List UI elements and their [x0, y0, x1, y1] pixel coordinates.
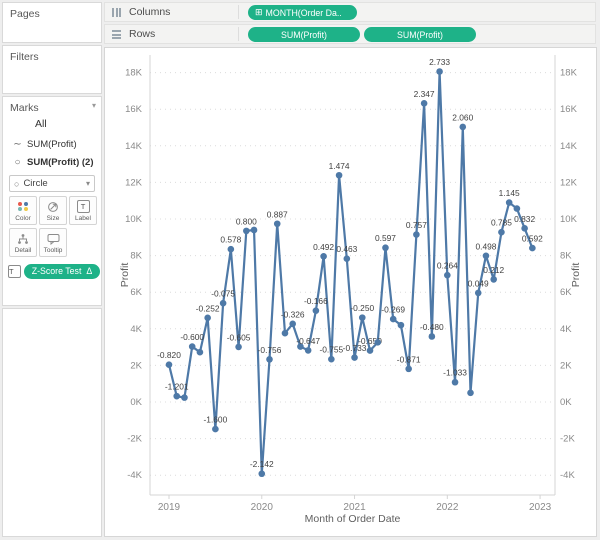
marks-item-label: SUM(Profit) (2) — [27, 157, 94, 168]
filters-title: Filters — [10, 51, 39, 63]
marks-header[interactable]: Marks ▾ — [3, 97, 101, 115]
label-button[interactable]: T Label — [69, 196, 97, 225]
sidebar-empty-area — [2, 308, 102, 537]
zscore-test-pill[interactable]: Z-Score Test Δ — [24, 263, 100, 279]
shelf-divider — [238, 5, 239, 19]
filters-shelf[interactable]: Filters — [2, 45, 102, 94]
color-icon — [10, 199, 36, 214]
color-button-label: Color — [15, 215, 31, 222]
rows-pill-label: SUM(Profit) — [281, 29, 327, 40]
columns-shelf-label: Columns — [129, 6, 171, 18]
color-button[interactable]: Color — [9, 196, 37, 225]
worksheet — [104, 47, 597, 537]
rows-pill-sum-profit-1[interactable]: SUM(Profit) — [248, 27, 360, 42]
rows-shelf[interactable]: Rows SUM(Profit) SUM(Profit) — [104, 24, 596, 44]
size-button-label: Size — [46, 215, 60, 222]
rows-pill-label: SUM(Profit) — [397, 29, 443, 40]
pages-shelf[interactable]: Pages — [2, 2, 102, 43]
expand-box-icon[interactable]: ⊞ — [255, 8, 263, 17]
chevron-down-icon: ▾ — [85, 179, 90, 188]
marks-item-label: SUM(Profit) — [27, 139, 77, 150]
columns-pill-label: MONTH(Order Da.. — [265, 7, 342, 18]
line-mark-icon: ∼ — [13, 139, 22, 150]
shelf-divider — [238, 27, 239, 41]
rows-shelf-label: Rows — [129, 28, 156, 40]
circle-mark-icon: ○ — [14, 178, 20, 189]
columns-icon — [112, 8, 121, 17]
marks-card: Marks ▾ All ∼ SUM(Profit) ○ SUM(Profit) … — [2, 96, 102, 306]
rows-icon — [112, 30, 121, 39]
marks-tab-all[interactable]: All — [3, 118, 101, 135]
tooltip-icon — [40, 231, 66, 246]
detail-icon — [10, 231, 36, 246]
columns-shelf[interactable]: Columns ⊞ MONTH(Order Da.. — [104, 2, 596, 22]
size-icon — [40, 199, 66, 214]
size-button[interactable]: Size — [39, 196, 67, 225]
text-label-icon: T — [8, 264, 21, 278]
tooltip-button-label: Tooltip — [43, 247, 63, 254]
zscore-pill-label: Z-Score Test — [31, 266, 82, 276]
label-icon: T — [70, 199, 96, 214]
circle-mark-icon: ○ — [14, 157, 21, 168]
delta-table-calc-icon: Δ — [86, 266, 93, 276]
marks-item-sum-profit[interactable]: ∼ SUM(Profit) — [3, 136, 101, 153]
columns-pill-month-order-date[interactable]: ⊞ MONTH(Order Da.. — [248, 5, 357, 20]
detail-button-label: Detail — [14, 247, 32, 254]
pages-title: Pages — [10, 8, 40, 20]
label-button-label: Label — [75, 215, 91, 222]
mark-type-dropdown[interactable]: ○ Circle ▾ — [9, 175, 95, 192]
chevron-down-icon[interactable]: ▾ — [92, 101, 96, 110]
marks-item-sum-profit-2[interactable]: ○ SUM(Profit) (2) — [3, 154, 101, 171]
rows-pill-sum-profit-2[interactable]: SUM(Profit) — [364, 27, 476, 42]
marks-title: Marks — [10, 102, 39, 114]
mark-type-value: Circle — [23, 178, 48, 189]
tooltip-button[interactable]: Tooltip — [39, 228, 67, 257]
detail-button[interactable]: Detail — [9, 228, 37, 257]
